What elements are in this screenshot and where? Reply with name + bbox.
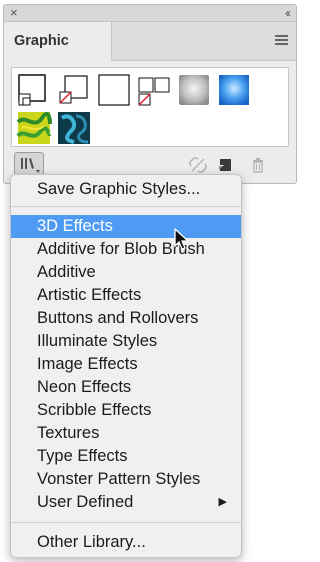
menu-separator: [11, 206, 241, 207]
swatch-gray-gradient-style[interactable]: [176, 72, 212, 108]
menu-item-illuminate-styles[interactable]: Illuminate Styles: [11, 330, 241, 353]
menu-item-additive[interactable]: Additive: [11, 261, 241, 284]
tab-row: Graphic Styles: [4, 22, 296, 87]
menu-item-vonster-pattern-styles[interactable]: Vonster Pattern Styles: [11, 468, 241, 491]
menu-item-user-defined-label: User Defined: [37, 493, 134, 511]
library-icon[interactable]: [14, 152, 44, 176]
menu-item-textures[interactable]: Textures: [11, 422, 241, 445]
menu-item-scribble-effects[interactable]: Scribble Effects: [11, 399, 241, 422]
menu-item-neon-effects[interactable]: Neon Effects: [11, 376, 241, 399]
swatch-default-graphic-style[interactable]: [16, 72, 52, 108]
menu-item-3d-effects[interactable]: 3D Effects: [11, 215, 241, 238]
hamburger-icon[interactable]: [275, 35, 288, 46]
panel-titlebar: × ‹‹: [4, 5, 296, 22]
menu-item-buttons-and-rollovers[interactable]: Buttons and Rollovers: [11, 307, 241, 330]
tab-graphic-styles[interactable]: Graphic Styles: [4, 22, 112, 87]
swatch-no-stroke-style[interactable]: [96, 72, 132, 108]
swatch-grid: [11, 67, 289, 147]
graphic-styles-library-menu: Save Graphic Styles... 3D Effects Additi…: [10, 174, 242, 558]
menu-item-other-library[interactable]: Other Library...: [11, 531, 241, 554]
menu-item-user-defined[interactable]: User Defined ▶: [11, 491, 241, 514]
menu-separator: [11, 522, 241, 523]
close-icon[interactable]: ×: [10, 5, 18, 21]
swatch-blue-glow-style[interactable]: [216, 72, 252, 108]
swatch-yellow-green-swirl-style[interactable]: [16, 110, 52, 146]
trash-icon[interactable]: [250, 157, 266, 178]
swatch-dark-teal-swirl-style[interactable]: [56, 110, 92, 146]
menu-item-additive-for-blob-brush[interactable]: Additive for Blob Brush: [11, 238, 241, 261]
swatch-default-text-style[interactable]: [56, 72, 92, 108]
menu-item-image-effects[interactable]: Image Effects: [11, 353, 241, 376]
graphic-styles-panel: × ‹‹ Graphic Styles: [3, 4, 297, 184]
mouse-pointer-icon: [174, 228, 190, 250]
swatch-linked-style[interactable]: [136, 72, 172, 108]
menu-item-type-effects[interactable]: Type Effects: [11, 445, 241, 468]
collapse-icon[interactable]: ‹‹: [285, 5, 291, 21]
screen: × ‹‹ Graphic Styles: [0, 0, 300, 562]
menu-item-artistic-effects[interactable]: Artistic Effects: [11, 284, 241, 307]
submenu-arrow-icon: ▶: [218, 496, 227, 508]
menu-item-save-graphic-styles[interactable]: Save Graphic Styles...: [11, 178, 241, 201]
